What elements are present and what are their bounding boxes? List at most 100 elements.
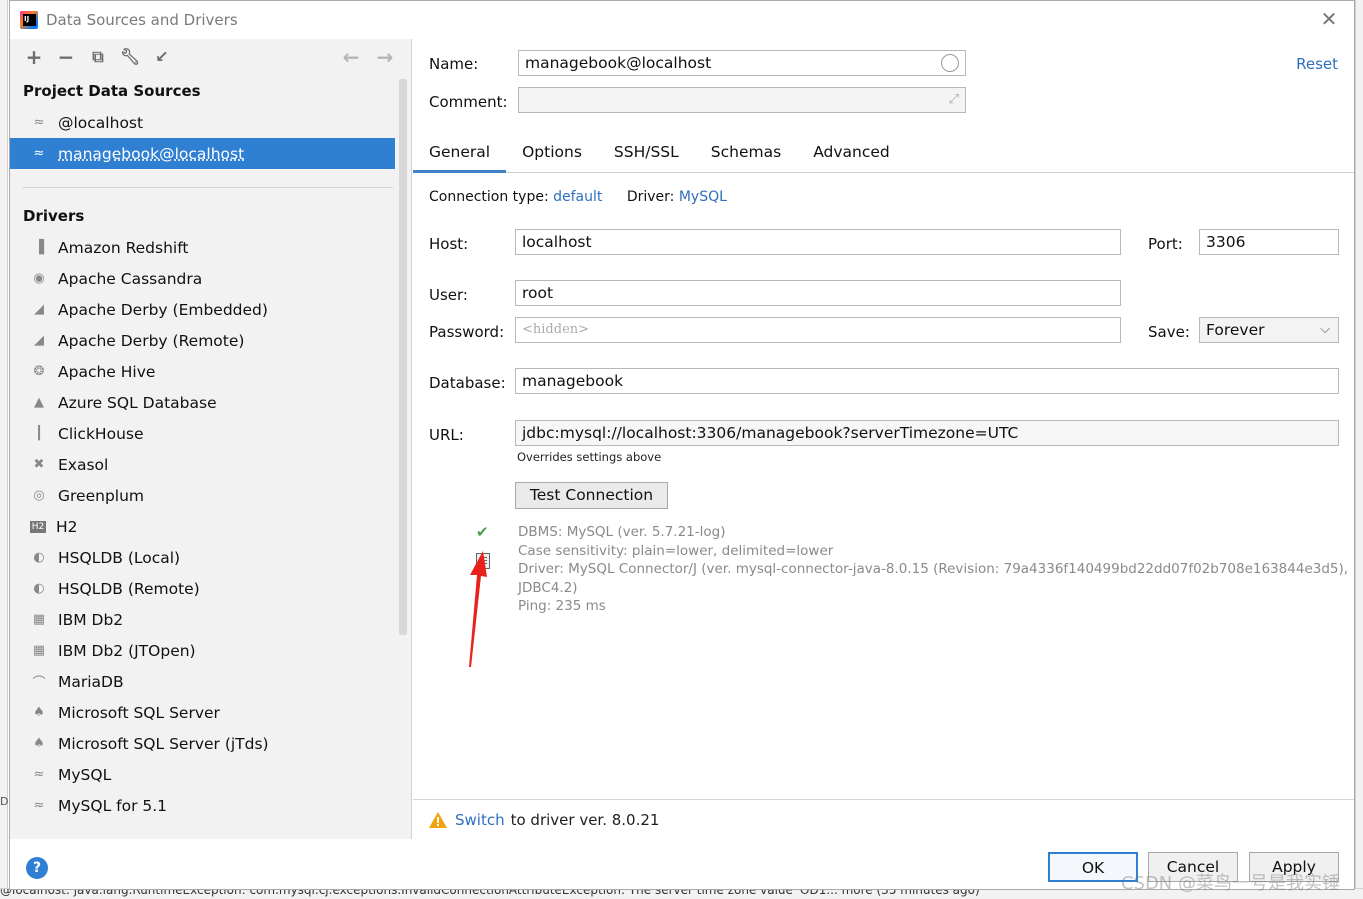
import-icon[interactable]: ↙	[150, 45, 174, 69]
url-label: URL:	[429, 426, 464, 444]
user-field[interactable]: root	[515, 280, 1121, 306]
password-field[interactable]: <hidden>	[515, 317, 1121, 343]
save-select[interactable]: Forever ⌵	[1199, 317, 1339, 343]
drivers-list: ▐ Amazon Redshift ◉ Apache Cassandra ◢ Apache…	[10, 232, 411, 821]
arrow-left-icon[interactable]: ←	[339, 45, 363, 69]
save-label: Save:	[1148, 323, 1190, 341]
driver-item[interactable]: ≈ MySQL	[10, 759, 411, 790]
save-select-value: Forever	[1206, 321, 1265, 339]
driver-item-label: ClickHouse	[58, 424, 144, 443]
driver-item[interactable]: ┃ ClickHouse	[10, 418, 411, 449]
sidebar-scrollbar[interactable]	[399, 79, 407, 635]
wrench-icon[interactable]: 🔧︎	[118, 45, 142, 69]
driver-item[interactable]: ◢ Apache Derby (Remote)	[10, 325, 411, 356]
driver-item[interactable]: ▦ IBM Db2	[10, 604, 411, 635]
database-field[interactable]: managebook	[515, 368, 1339, 394]
project-data-source-item-label: @localhost	[58, 113, 144, 132]
ibm-db2-icon: ▦	[32, 612, 46, 627]
mysql-dolphin-icon: ≈	[33, 798, 45, 813]
test-result-log: DBMS: MySQL (ver. 5.7.21-log) Case sensit…	[518, 523, 1348, 616]
driver-item-label: IBM Db2	[58, 610, 124, 629]
sidebar-separator	[22, 187, 393, 188]
driver-item[interactable]: ◢ Apache Derby (Embedded)	[10, 294, 411, 325]
hsqldb-icon: ◐	[33, 581, 45, 596]
test-result-line: JDBC4.2)	[518, 579, 578, 596]
settings-tabs: General Options SSH/SSL Schemas Advanced	[413, 135, 1354, 173]
driver-item[interactable]: H2 H2	[10, 511, 411, 542]
title-bar: Data Sources and Drivers ✕	[10, 1, 1354, 39]
window-title: Data Sources and Drivers	[46, 11, 238, 29]
driver-item[interactable]: ▦ IBM Db2 (JTOpen)	[10, 635, 411, 666]
driver-item[interactable]: ≈ MySQL for 5.1	[10, 790, 411, 821]
connection-type-link[interactable]: default	[553, 189, 602, 205]
port-label: Port:	[1148, 235, 1183, 253]
port-field[interactable]: 3306	[1199, 229, 1339, 255]
warning-icon	[429, 811, 447, 828]
host-field[interactable]: localhost	[515, 229, 1121, 255]
test-result-line: DBMS: MySQL (ver. 5.7.21-log)	[518, 524, 726, 540]
driver-item-label: Apache Derby (Remote)	[58, 331, 245, 350]
driver-item-label: Amazon Redshift	[58, 238, 189, 257]
driver-item[interactable]: ▲ Azure SQL Database	[10, 387, 411, 418]
annotation-arrow	[469, 551, 487, 667]
password-label: Password:	[429, 323, 505, 341]
tab-general[interactable]: General	[413, 135, 507, 173]
project-data-sources-heading: Project Data Sources	[23, 82, 201, 100]
project-data-source-item[interactable]: ≈ managebook@localhost	[10, 138, 395, 169]
driver-item[interactable]: ◐ HSQLDB (Local)	[10, 542, 411, 573]
sqlserver-icon: ♠	[33, 705, 45, 720]
database-label: Database:	[429, 374, 506, 392]
expand-icon[interactable]: ⤢	[949, 88, 959, 112]
driver-item[interactable]: ◐ HSQLDB (Remote)	[10, 573, 411, 604]
driver-item[interactable]: ◎ Greenplum	[10, 480, 411, 511]
csdn-watermark: CSDN @菜鸟一号是我实锤	[1120, 873, 1340, 894]
minus-icon[interactable]: −	[54, 45, 78, 69]
driver-item[interactable]: ◉ Apache Cassandra	[10, 263, 411, 294]
close-icon[interactable]: ✕	[1318, 9, 1340, 31]
driver-item[interactable]: ♠ Microsoft SQL Server	[10, 697, 411, 728]
driver-item[interactable]: ❂ Apache Hive	[10, 356, 411, 387]
driver-item[interactable]: ▐ Amazon Redshift	[10, 232, 411, 263]
mariadb-seal-icon: ⌒	[32, 676, 46, 691]
project-data-source-item[interactable]: ≈ @localhost	[10, 107, 411, 138]
mysql-dolphin-icon: ≈	[33, 146, 45, 161]
ibm-db2-icon: ▦	[32, 643, 46, 658]
driver-item[interactable]: ⌒ MariaDB	[10, 666, 411, 697]
background-ide-fragment: De	[0, 795, 16, 808]
arrow-right-icon[interactable]: →	[373, 45, 397, 69]
driver-item[interactable]: ♠ Microsoft SQL Server (jTds)	[10, 728, 411, 759]
comment-field[interactable]: ⤢	[518, 87, 966, 113]
driver-item-label: Microsoft SQL Server (jTds)	[58, 734, 269, 753]
project-data-sources-list: ≈ @localhost ≈ managebook@localhost	[10, 107, 411, 169]
clickhouse-bars-icon: ┃	[35, 426, 43, 441]
driver-item[interactable]: ✖ Exasol	[10, 449, 411, 480]
tab-schemas[interactable]: Schemas	[695, 135, 797, 173]
comment-label: Comment:	[429, 93, 508, 111]
driver-item-label: Exasol	[58, 455, 109, 474]
azure-triangle-icon: ▲	[34, 395, 44, 410]
plus-icon[interactable]: +	[22, 45, 46, 69]
copy-icon[interactable]: ⧉	[86, 45, 110, 69]
driver-label: Driver:	[626, 189, 675, 205]
derby-hat-icon: ◢	[34, 302, 44, 317]
color-circle-icon[interactable]	[941, 54, 959, 72]
test-connection-button[interactable]: Test Connection	[515, 482, 668, 509]
project-data-source-item-label: managebook@localhost	[58, 144, 245, 163]
tab-options[interactable]: Options	[506, 135, 598, 173]
tab-ssh-ssl[interactable]: SSH/SSL	[598, 135, 695, 173]
help-button[interactable]: ?	[26, 857, 48, 879]
name-field[interactable]: managebook@localhost	[518, 50, 966, 76]
data-sources-dialog: Data Sources and Drivers ✕ + − ⧉ 🔧︎ ↙ ← …	[9, 0, 1355, 894]
data-source-settings: Name: managebook@localhost Reset Comment…	[413, 39, 1354, 839]
url-field[interactable]: jdbc:mysql://localhost:3306/managebook?s…	[515, 420, 1339, 446]
reset-link[interactable]: Reset	[1296, 55, 1338, 73]
name-value: managebook@localhost	[525, 54, 712, 72]
sidebar: + − ⧉ 🔧︎ ↙ ← → Project Data Sources ≈ @lo…	[10, 39, 412, 839]
background-ide-left-edge: De	[0, 0, 16, 899]
driver-item-label: Apache Hive	[58, 362, 156, 381]
driver-item-label: Apache Derby (Embedded)	[58, 300, 268, 319]
driver-link[interactable]: MySQL	[679, 189, 727, 205]
switch-link[interactable]: Switch	[455, 811, 505, 829]
host-label: Host:	[429, 235, 469, 253]
tab-advanced[interactable]: Advanced	[797, 135, 906, 173]
